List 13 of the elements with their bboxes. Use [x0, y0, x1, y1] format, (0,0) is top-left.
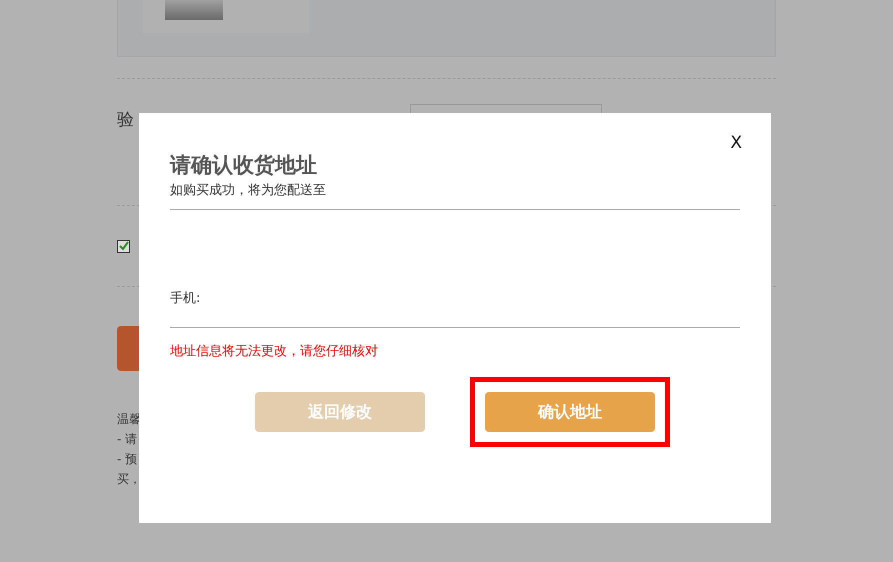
- tip-text: 买，: [117, 471, 141, 488]
- confirm-button[interactable]: 确认地址: [485, 392, 655, 432]
- agreement-checkbox[interactable]: [117, 240, 130, 252]
- dialog-title: 请确认收货地址: [170, 152, 318, 179]
- phone-label: 手机:: [170, 290, 202, 308]
- tip-text: - 请: [117, 431, 138, 448]
- close-button[interactable]: X: [730, 133, 742, 153]
- tip-text: - 预: [117, 451, 138, 468]
- verify-label: 验: [117, 109, 134, 132]
- product-thumbnail: [165, 0, 223, 20]
- warning-text: 地址信息将无法更改，请您仔细核对: [170, 343, 379, 361]
- dialog-subtitle: 如购买成功，将为您配送至: [170, 182, 327, 200]
- back-button[interactable]: 返回修改: [255, 392, 425, 432]
